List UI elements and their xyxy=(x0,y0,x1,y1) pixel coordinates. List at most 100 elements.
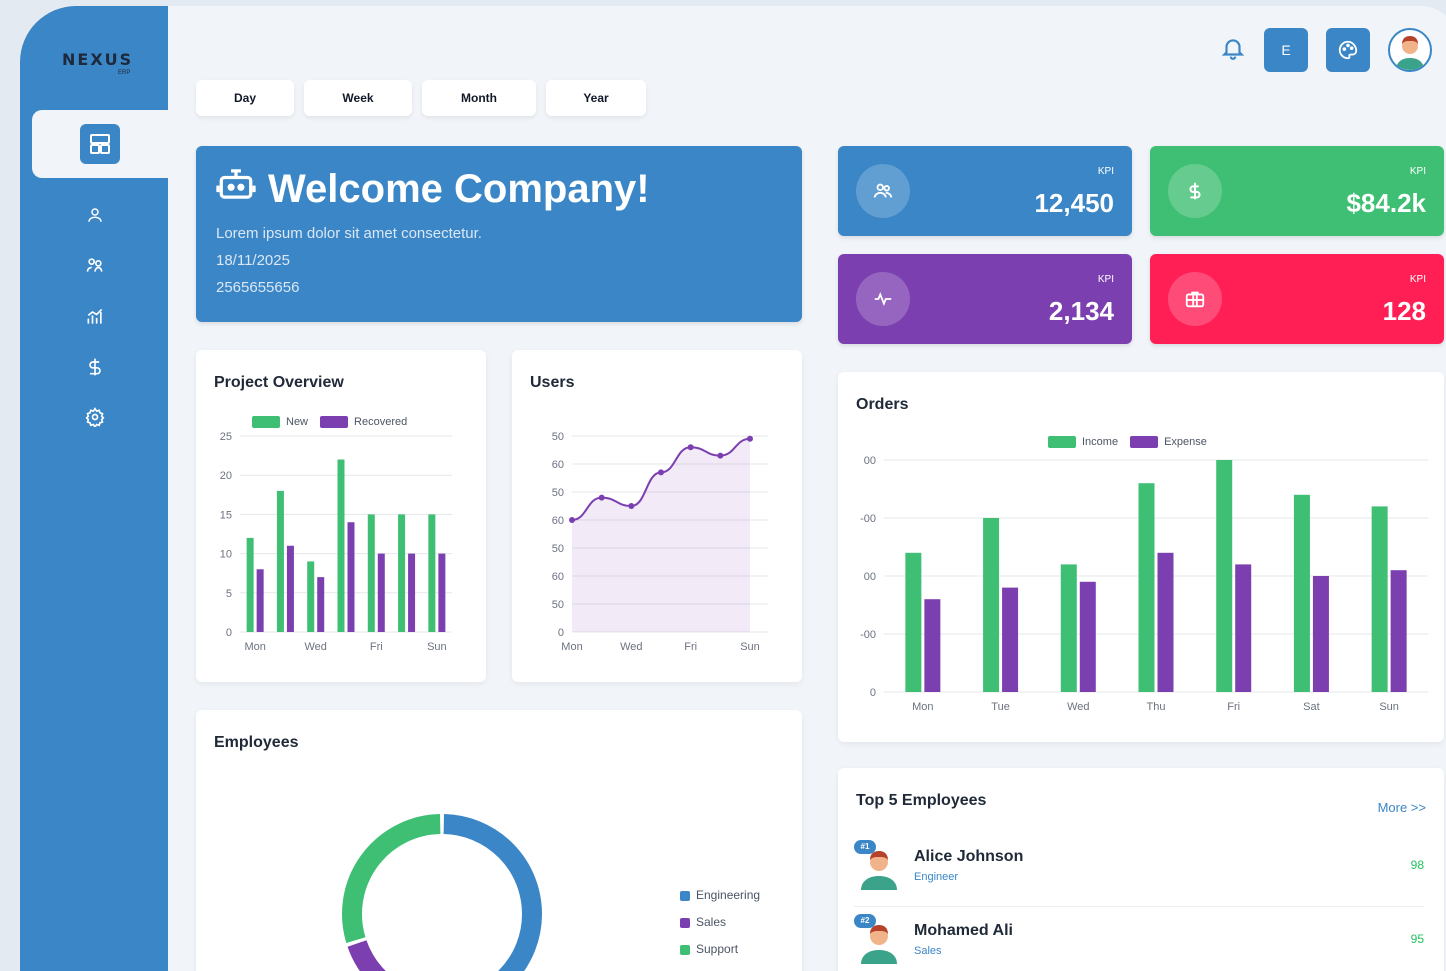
x-tick-label: Sat xyxy=(1303,701,1320,713)
data-point xyxy=(569,517,575,523)
data-point xyxy=(717,452,724,459)
dollar-icon xyxy=(89,358,101,376)
y-tick-label: 50 xyxy=(552,487,564,499)
sidebar-item-settings[interactable] xyxy=(80,402,110,432)
bar-income xyxy=(983,518,1000,692)
y-tick-label: 25 xyxy=(220,431,232,443)
welcome-text: Lorem ipsum dolor sit amet consectetur. xyxy=(216,225,482,242)
data-point xyxy=(687,444,694,451)
sidebar-item-finance[interactable] xyxy=(80,352,110,382)
project-overview-card: Project Overview New Recovered 0 5 10 15 20 2… xyxy=(196,350,486,682)
bar-income xyxy=(1138,483,1155,692)
sidebar-item-dashboard[interactable] xyxy=(32,110,170,178)
sidebar-item-team[interactable] xyxy=(80,250,110,280)
filter-week-button[interactable]: Week xyxy=(304,80,412,116)
brand-logo: NEXUS xyxy=(62,50,134,69)
dashboard-icon xyxy=(80,124,120,164)
card-title: Top 5 Employees xyxy=(856,792,987,809)
legend-item-sales: Sales xyxy=(680,909,760,936)
x-tick-label: Fri xyxy=(684,641,697,653)
y-tick-label: 00 xyxy=(864,455,876,467)
rank-badge: #1 xyxy=(854,840,876,854)
legend-item-engineering: Engineering xyxy=(680,882,760,909)
x-tick-label: Mon xyxy=(912,701,933,713)
bar-new xyxy=(428,514,436,632)
gear-icon xyxy=(85,407,105,427)
bar-income xyxy=(1060,564,1077,692)
employee-score: 98 xyxy=(1410,858,1424,872)
filter-year-button[interactable]: Year xyxy=(546,80,646,116)
users-line-chart: 0 50 60 50 60 50 60 50 Mon Wed Fri Sun xyxy=(552,431,768,653)
data-point xyxy=(598,494,605,501)
bar-income xyxy=(1216,460,1233,692)
data-point xyxy=(658,469,664,476)
y-tick-label: 10 xyxy=(220,549,232,561)
y-tick-label: -00 xyxy=(860,629,876,641)
y-tick-label: 0 xyxy=(870,687,876,699)
kpi-card-revenue[interactable]: KPI $84.2k xyxy=(1150,146,1444,236)
palette-icon xyxy=(1338,40,1358,60)
kpi-value: 128 xyxy=(1382,296,1426,326)
period-filters: Day Week Month Year xyxy=(196,80,646,116)
x-tick-label: Wed xyxy=(1067,701,1089,713)
kpi-label: KPI xyxy=(1409,166,1426,177)
top-bar: E xyxy=(1220,28,1432,72)
bar-recovered xyxy=(256,569,264,632)
bell-icon[interactable] xyxy=(1220,35,1246,66)
kpi-label: KPI xyxy=(1409,274,1426,285)
users-card: Users 0 50 60 50 60 50 60 50 Mon Wed Fri Sun xyxy=(512,350,802,682)
y-tick-label: 15 xyxy=(220,509,232,521)
x-tick-label: Sun xyxy=(427,641,447,653)
sidebar: NEXUS ERP xyxy=(20,6,170,971)
employee-row[interactable]: #2 Mohamed Ali Sales 95 xyxy=(854,914,1424,971)
area-fill xyxy=(572,438,750,632)
x-tick-label: Wed xyxy=(620,641,642,653)
x-tick-label: Tue xyxy=(991,701,1010,713)
user-avatar[interactable] xyxy=(1388,28,1432,72)
x-tick-label: Sun xyxy=(740,641,760,653)
bar-expense xyxy=(1390,570,1407,692)
bar-recovered xyxy=(317,577,325,632)
kpi-card-projects[interactable]: KPI 128 xyxy=(1150,254,1444,344)
employee-role: Sales xyxy=(914,945,942,957)
bar-new xyxy=(398,514,406,632)
orders-card: Orders Income Expense 0 -00 00 -00 00 Mon Tue W… xyxy=(838,372,1444,742)
kpi-card-users[interactable]: KPI 12,450 xyxy=(838,146,1132,236)
more-link[interactable]: More >> xyxy=(1378,800,1426,815)
x-tick-label: Fri xyxy=(370,641,383,653)
kpi-value: 2,134 xyxy=(1048,296,1114,326)
sidebar-item-analytics[interactable] xyxy=(80,302,110,332)
bar-new xyxy=(337,459,345,632)
sidebar-item-user[interactable] xyxy=(80,200,110,230)
y-tick-label: 50 xyxy=(552,543,564,555)
y-tick-label: 60 xyxy=(552,571,564,583)
bar-expense xyxy=(1157,552,1174,692)
kpi-label: KPI xyxy=(1097,274,1114,285)
employee-row[interactable]: #1 Alice Johnson Engineer 98 xyxy=(854,840,1424,900)
bar-recovered xyxy=(347,522,355,632)
bar-expense xyxy=(1235,564,1252,692)
language-button[interactable]: E xyxy=(1264,28,1308,72)
theme-button[interactable] xyxy=(1326,28,1370,72)
bar-recovered xyxy=(408,553,416,632)
app-window: NEXUS ERP Day Week Month Year E Welcome … xyxy=(20,6,1446,971)
y-tick-label: 00 xyxy=(864,571,876,583)
employee-role: Engineer xyxy=(914,871,959,883)
dollar-icon xyxy=(1168,164,1222,218)
kpi-value: 12,450 xyxy=(1034,188,1114,218)
donut-legend: Engineering Sales Support xyxy=(680,882,760,963)
x-tick-label: Wed xyxy=(305,641,327,653)
rank-badge: #2 xyxy=(854,914,876,928)
donut-slice-support xyxy=(342,814,441,943)
bar-new xyxy=(307,561,315,632)
filter-month-button[interactable]: Month xyxy=(422,80,536,116)
bar-income xyxy=(905,552,922,692)
analytics-icon xyxy=(87,308,103,324)
y-tick-label: 0 xyxy=(558,627,564,639)
kpi-card-activity[interactable]: KPI 2,134 xyxy=(838,254,1132,344)
x-tick-label: Sun xyxy=(1379,701,1399,713)
bar-new xyxy=(246,537,254,632)
filter-day-button[interactable]: Day xyxy=(196,80,294,116)
brand-subtitle: ERP xyxy=(118,70,131,76)
bar-income xyxy=(1293,494,1310,692)
